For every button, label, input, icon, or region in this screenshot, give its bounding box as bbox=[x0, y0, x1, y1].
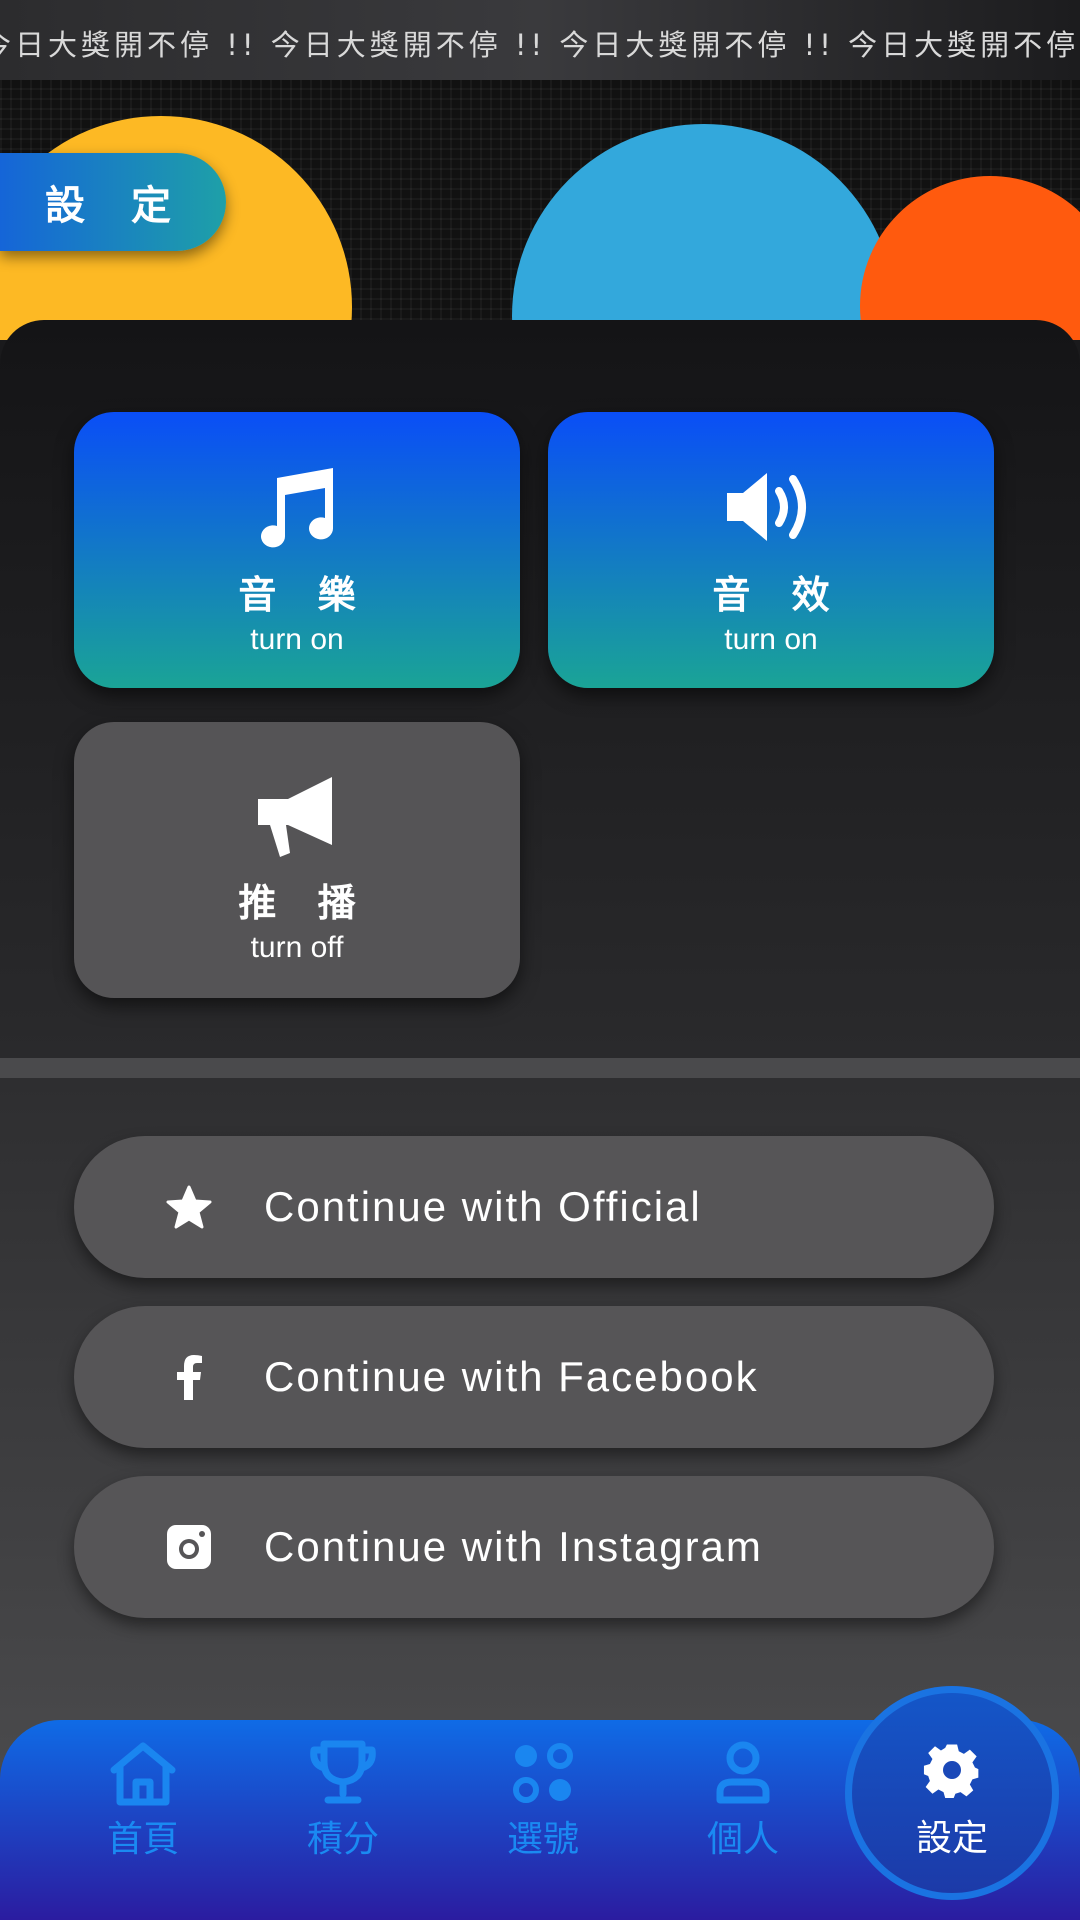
nav-home-label: 首頁 bbox=[106, 1819, 179, 1860]
nav-settings-label: 設定 bbox=[915, 1818, 988, 1859]
nav-pick-numbers[interactable]: 選號 bbox=[473, 1740, 613, 1890]
music-toggle[interactable]: 音 樂 turn on bbox=[74, 412, 520, 688]
star-icon bbox=[154, 1185, 224, 1229]
nav-points-label: 積分 bbox=[306, 1819, 379, 1860]
marquee-banner: 今日大獎開不停 !! 今日大獎開不停 !! 今日大獎開不停 !! 今日大獎開不停… bbox=[0, 0, 1080, 80]
nav-profile-label: 個人 bbox=[706, 1819, 779, 1860]
nav-settings[interactable]: 設定 bbox=[852, 1693, 1052, 1893]
continue-facebook-label: Continue with Facebook bbox=[264, 1353, 759, 1400]
decor-circle-orange bbox=[860, 176, 1080, 340]
marquee-text: 今日大獎開不停 !! 今日大獎開不停 !! 今日大獎開不停 !! 今日大獎開不停… bbox=[0, 28, 1080, 62]
page-title: 設 定 bbox=[0, 153, 226, 251]
nav-home[interactable]: 首頁 bbox=[73, 1740, 213, 1890]
music-note-icon bbox=[255, 462, 339, 552]
continue-facebook-button[interactable]: Continue with Facebook bbox=[74, 1306, 994, 1448]
decor-circle-blue bbox=[512, 124, 896, 340]
continue-instagram-button[interactable]: Continue with Instagram bbox=[74, 1476, 994, 1618]
push-state: turn off bbox=[250, 931, 344, 964]
section-divider bbox=[0, 1058, 1080, 1078]
continue-instagram-label: Continue with Instagram bbox=[264, 1523, 763, 1570]
sound-effects-label: 音 效 bbox=[712, 573, 844, 617]
nav-profile[interactable]: 個人 bbox=[673, 1740, 813, 1890]
sound-effects-toggle[interactable]: 音 效 turn on bbox=[548, 412, 994, 688]
push-notification-toggle[interactable]: 推 播 turn off bbox=[74, 722, 520, 998]
music-state: turn on bbox=[250, 623, 344, 656]
dots-grid-icon bbox=[513, 1743, 573, 1803]
megaphone-icon bbox=[254, 770, 340, 860]
trophy-icon bbox=[310, 1740, 376, 1804]
home-icon bbox=[110, 1742, 176, 1806]
continue-official-label: Continue with Official bbox=[264, 1183, 702, 1230]
sound-effects-state: turn on bbox=[724, 623, 818, 656]
continue-official-button[interactable]: Continue with Official bbox=[74, 1136, 994, 1278]
instagram-icon bbox=[154, 1525, 224, 1569]
nav-points[interactable]: 積分 bbox=[273, 1740, 413, 1890]
gear-icon bbox=[923, 1744, 979, 1799]
speaker-icon bbox=[723, 462, 819, 552]
music-label: 音 樂 bbox=[238, 573, 370, 617]
nav-pick-numbers-label: 選號 bbox=[506, 1819, 579, 1860]
push-label: 推 播 bbox=[238, 881, 370, 925]
user-icon bbox=[716, 1741, 770, 1804]
facebook-icon bbox=[154, 1354, 224, 1400]
